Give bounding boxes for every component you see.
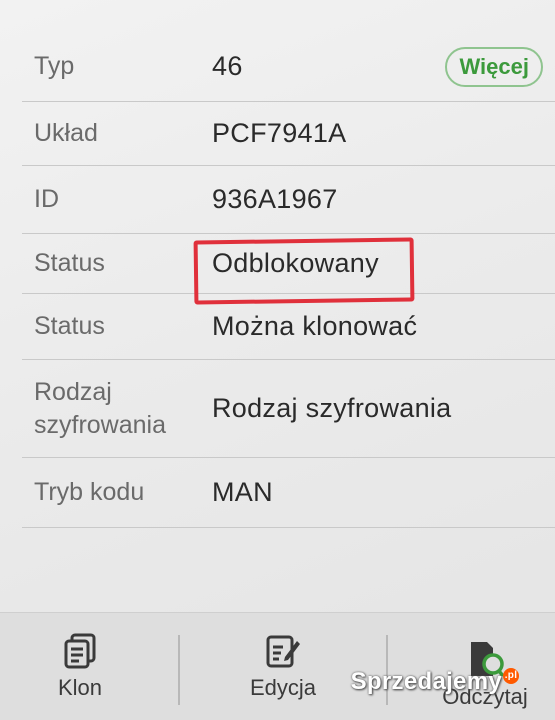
row-value: 936A1967 <box>212 184 338 214</box>
row-value: Rodzaj szyfrowania <box>212 393 452 423</box>
clone-button[interactable]: Klon <box>30 613 130 720</box>
screen: Typ 46 Więcej Układ PCF7941A ID 936A1967… <box>0 0 555 720</box>
edit-button[interactable]: Edycja <box>228 613 338 720</box>
watermark: Sprzedajemy .pl <box>351 668 519 696</box>
row-label: Status <box>34 249 105 277</box>
watermark-text: Sprzedajemy <box>350 668 502 695</box>
clone-label: Klon <box>57 675 103 700</box>
row-type: Typ 46 Więcej <box>22 32 555 102</box>
copy-icon <box>64 633 96 669</box>
row-encryption: Rodzaj szyfrowania Rodzaj szyfrowania <box>22 360 555 458</box>
row-id: ID 936A1967 <box>22 166 555 234</box>
row-label-line: szyfrowania <box>34 410 166 439</box>
row-value: PCF7941A <box>212 118 347 148</box>
edit-icon <box>266 635 300 668</box>
info-table: Typ 46 Więcej Układ PCF7941A ID 936A1967… <box>22 32 555 528</box>
row-label: Układ <box>34 119 98 147</box>
row-value: Można klonować <box>212 311 418 341</box>
row-value: MAN <box>212 477 273 507</box>
divider <box>178 635 180 705</box>
more-button[interactable]: Więcej <box>445 46 543 87</box>
row-label: Rodzaj szyfrowania <box>22 376 212 442</box>
edit-label: Edycja <box>249 675 317 700</box>
row-label-line: Rodzaj <box>34 377 112 406</box>
row-label: Tryb kodu <box>34 478 145 506</box>
watermark-suffix: .pl <box>503 668 519 684</box>
bottom-nav-bar: Klon Edycja Odczytaj <box>0 612 555 720</box>
row-label: Typ <box>34 52 75 80</box>
row-status-clone: Status Można klonować <box>22 294 555 360</box>
row-chip: Układ PCF7941A <box>22 102 555 166</box>
row-code-mode: Tryb kodu MAN <box>22 458 555 528</box>
row-label: Status <box>34 312 105 340</box>
row-label: ID <box>34 185 59 213</box>
row-value: 46 <box>212 51 243 81</box>
row-status-lock: Status Odblokowany <box>22 234 555 305</box>
